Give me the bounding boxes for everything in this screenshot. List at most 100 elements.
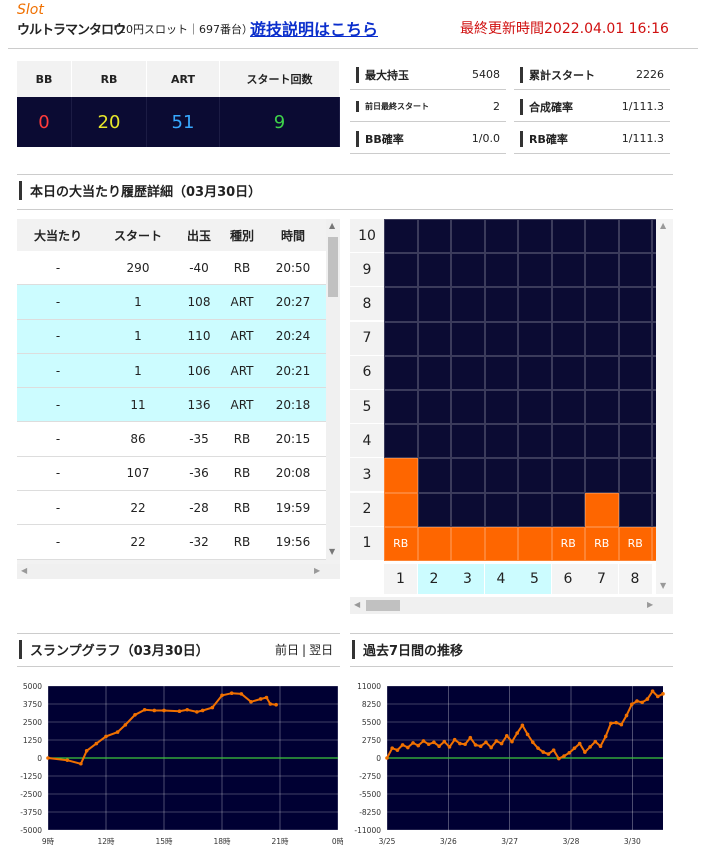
table-row: - 86 -35 RB 20:15 (17, 422, 340, 457)
grid-cell (551, 424, 585, 459)
grid-col-label: 3 (451, 564, 484, 594)
grid-cell (417, 424, 451, 459)
history-cell-payout: 110 (187, 329, 211, 344)
data-point (104, 734, 108, 739)
stat-prev-final-start: 前日最終スタート 2 (350, 92, 506, 122)
grid-cell (484, 253, 518, 288)
history-table: 大当たり スタート 出玉 種別 時間 - 290 -40 RB 20:50 - 1 108 AR… (17, 219, 340, 579)
data-point (46, 756, 50, 760)
guide-link[interactable]: 遊技説明はこちら (250, 16, 378, 40)
summary-header-art: ART (147, 61, 220, 97)
summary-header-rb: RB (72, 61, 147, 97)
grid-cell (451, 253, 485, 288)
grid-cell (417, 287, 451, 322)
history-cell-type: RB (233, 535, 251, 550)
history-cell-start: 11 (130, 397, 146, 412)
grid-row-label: 4 (350, 424, 384, 458)
data-point (432, 740, 436, 745)
history-cell-hit: - (55, 432, 61, 447)
data-point (463, 742, 467, 747)
data-point (640, 700, 644, 705)
summary-header-start: スタート回数 (220, 61, 340, 97)
scroll-left-icon[interactable]: ◀ (354, 600, 360, 609)
y-tick-label: 2500 (23, 718, 42, 727)
slot-label: Slot (17, 2, 44, 18)
y-tick-label: 0 (37, 754, 42, 763)
data-point (229, 691, 234, 695)
history-cell-type: ART (230, 363, 254, 378)
grid-cell (618, 390, 652, 425)
y-tick-label: -2750 (359, 772, 381, 781)
data-point (645, 697, 650, 701)
section-divider (17, 666, 340, 667)
history-rows: - 290 -40 RB 20:50 - 1 108 ART 20:27 - 1 110 ART 20:24… (17, 251, 340, 560)
header-divider (8, 48, 698, 49)
grid-cell (551, 219, 585, 254)
history-cell-payout: 106 (187, 363, 211, 378)
data-point (572, 746, 577, 750)
y-tick-label: 1250 (23, 736, 42, 745)
grid-cell: RB (585, 526, 619, 561)
scroll-up-icon[interactable]: ▲ (329, 221, 335, 230)
data-point (468, 735, 473, 740)
data-point (268, 702, 273, 706)
data-point (536, 746, 540, 750)
weekly-title: 過去7日間の推移 (352, 640, 463, 659)
grid-cell (417, 253, 451, 288)
grid-hscrollbar[interactable]: ◀ ▶ (350, 597, 673, 614)
history-title: 本日の大当たり履歴詳細（03月30日） (19, 181, 261, 200)
data-point (458, 741, 462, 746)
section-divider (17, 209, 673, 210)
history-col-start: スタート (113, 228, 162, 243)
summary-value-start: 9 (220, 97, 340, 147)
x-tick-label: 3/25 (379, 837, 396, 846)
data-point (400, 743, 405, 747)
data-point (152, 708, 157, 713)
table-row: - 1 110 ART 20:24 (17, 319, 340, 354)
scroll-left-icon[interactable]: ◀ (21, 566, 27, 575)
machine-info: （20円スロット｜697番台） (108, 23, 253, 36)
grid-cell (451, 458, 485, 493)
data-point (551, 748, 556, 752)
data-point (609, 721, 613, 726)
data-point (650, 689, 655, 694)
section-divider (350, 666, 673, 667)
scroll-down-icon[interactable]: ▼ (660, 581, 666, 590)
grid-vscrollbar[interactable]: ▲ ▼ (656, 219, 673, 594)
section-divider (350, 633, 673, 634)
grid-cell: RB (618, 526, 652, 561)
history-cell-type: RB (233, 432, 251, 447)
scroll-thumb[interactable] (328, 237, 338, 297)
history-cell-start: 290 (126, 260, 150, 275)
history-cell-payout: 108 (187, 294, 211, 309)
scroll-up-icon[interactable]: ▲ (660, 221, 666, 230)
section-divider (17, 633, 340, 634)
history-hscrollbar[interactable]: ◀ ▶ (17, 564, 340, 579)
y-tick-label: 11000 (357, 682, 381, 691)
data-point (94, 741, 99, 746)
history-cell-hit: - (55, 363, 61, 378)
y-tick-label: -5500 (359, 790, 381, 799)
data-point (447, 745, 452, 749)
grid-cell (484, 390, 518, 425)
data-point (583, 750, 587, 754)
grid-cell: RB (551, 526, 585, 561)
scroll-right-icon[interactable]: ▶ (314, 566, 320, 575)
y-tick-label: 2750 (362, 736, 381, 745)
history-vscrollbar[interactable]: ▲ ▼ (326, 219, 340, 560)
next-day-link[interactable]: 翌日 (309, 643, 333, 657)
history-cell-type: RB (233, 500, 251, 515)
data-point (629, 702, 634, 707)
scroll-down-icon[interactable]: ▼ (329, 547, 335, 556)
scroll-thumb[interactable] (366, 600, 400, 611)
grid-cell (451, 355, 485, 390)
grid-cell (451, 492, 485, 527)
data-point (603, 734, 608, 739)
data-point (541, 750, 546, 754)
grid-row-label: 2 (350, 492, 384, 526)
prev-day-link[interactable]: 前日 (275, 643, 299, 657)
grid-col-label: 1 (384, 564, 417, 594)
grid-cell (618, 492, 652, 527)
data-point (258, 697, 263, 701)
scroll-right-icon[interactable]: ▶ (647, 600, 653, 609)
